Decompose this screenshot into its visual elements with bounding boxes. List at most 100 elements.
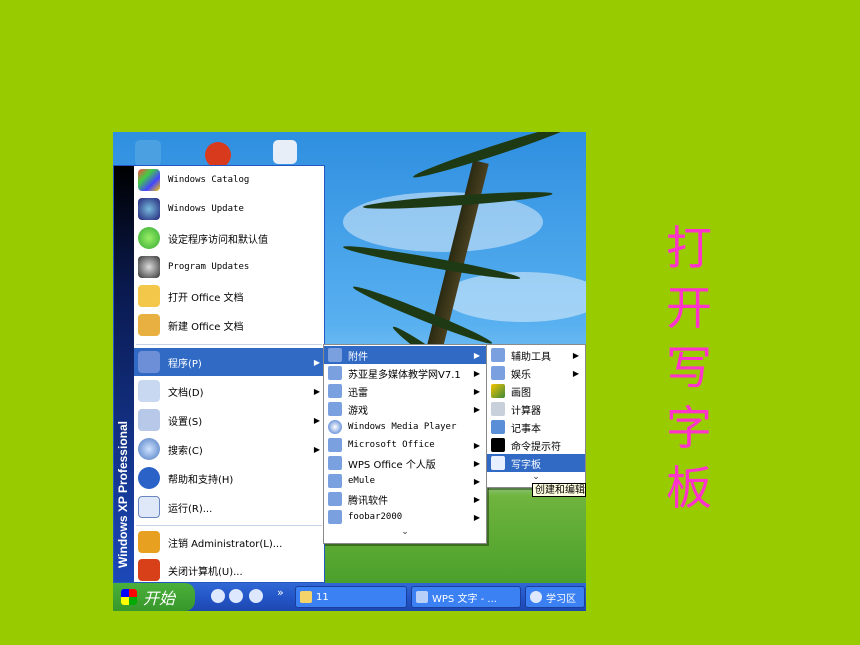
- submenu-item-label: 计算器: [511, 405, 541, 417]
- submenu-arrow-icon: ▶: [313, 415, 320, 425]
- start-item-program-access[interactable]: 设定程序访问和默认值: [134, 224, 324, 252]
- taskbar-button-folder[interactable]: 11: [295, 586, 407, 608]
- quicklaunch-more-icon[interactable]: »: [277, 586, 284, 599]
- start-item-label: 帮助和支持(H): [168, 474, 234, 486]
- palm-frond: [411, 132, 577, 182]
- taskbar-button-label: WPS 文字 - ...: [432, 593, 497, 605]
- start-item-run[interactable]: 运行(R)...: [134, 493, 324, 521]
- start-item-windows-update[interactable]: Windows Update: [134, 195, 324, 223]
- accessories-item-notepad[interactable]: 记事本: [487, 418, 585, 436]
- taskbar-button-wps[interactable]: WPS 文字 - ...: [411, 586, 521, 608]
- windows-flag-icon: [121, 589, 137, 605]
- start-button[interactable]: 开始: [113, 583, 195, 611]
- program-access-icon: [138, 227, 160, 249]
- folder-icon: [328, 384, 342, 398]
- programs-item[interactable]: 迅雷 ▶: [324, 382, 486, 400]
- programs-item[interactable]: 腾讯软件 ▶: [324, 490, 486, 508]
- folder-icon: [491, 348, 505, 362]
- search-icon: [138, 438, 160, 460]
- start-item-open-office-doc[interactable]: 打开 Office 文档: [134, 282, 324, 310]
- desktop-screenshot: Windows XP Professional Windows Catalog …: [113, 132, 586, 611]
- start-item-help[interactable]: 帮助和支持(H): [134, 464, 324, 492]
- accessories-item-calculator[interactable]: 计算器: [487, 400, 585, 418]
- submenu-item-label: 命令提示符: [511, 441, 561, 453]
- programs-item[interactable]: 苏亚星多媒体教学网V7.1 ▶: [324, 364, 486, 382]
- start-item-label: 文档(D): [168, 387, 204, 399]
- abc-icon[interactable]: [273, 140, 297, 164]
- submenu-item-label: 画图: [511, 387, 531, 399]
- band-text: Windows XP Professional: [116, 420, 130, 568]
- programs-item[interactable]: Windows Media Player: [324, 418, 486, 436]
- submenu-item-label: foobar2000: [348, 512, 403, 522]
- programs-item-accessories[interactable]: 附件 ▶: [324, 346, 486, 364]
- submenu-arrow-icon: ▶: [473, 386, 480, 396]
- calculator-icon: [491, 402, 505, 416]
- open-office-doc-icon: [138, 285, 160, 307]
- accessories-item[interactable]: 娱乐 ▶: [487, 364, 585, 382]
- start-item-new-office-doc[interactable]: 新建 Office 文档: [134, 311, 324, 339]
- start-item-label: 注销 Administrator(L)...: [168, 538, 283, 550]
- folder-icon: [328, 492, 342, 506]
- start-item-program-updates[interactable]: Program Updates: [134, 253, 324, 281]
- start-item-label: 新建 Office 文档: [168, 321, 244, 333]
- notepad-icon: [491, 420, 505, 434]
- side-title-char: 开: [666, 281, 712, 335]
- accessories-item-paint[interactable]: 画图: [487, 382, 585, 400]
- submenu-arrow-icon: ▶: [313, 386, 320, 396]
- menu-separator: [136, 344, 322, 345]
- start-item-settings[interactable]: 设置(S) ▶: [134, 406, 324, 434]
- start-item-label: Windows Update: [168, 204, 244, 214]
- menu-separator: [136, 525, 322, 526]
- side-title-char: 写: [666, 341, 712, 395]
- start-button-label: 开始: [143, 589, 176, 608]
- side-title-char: 板: [666, 461, 712, 515]
- start-menu-band: Windows XP Professional: [114, 166, 134, 582]
- programs-item[interactable]: foobar2000 ▶: [324, 508, 486, 526]
- submenu-arrow-icon: ▶: [572, 350, 579, 360]
- new-office-doc-icon: [138, 314, 160, 336]
- start-item-documents[interactable]: 文档(D) ▶: [134, 377, 324, 405]
- start-item-shutdown[interactable]: 关闭计算机(U)...: [134, 556, 324, 584]
- expand-chevron-icon[interactable]: ⌄: [487, 472, 585, 482]
- submenu-item-label: 附件: [348, 351, 368, 363]
- folder-icon: [328, 510, 342, 524]
- submenu-arrow-icon: ▶: [572, 368, 579, 378]
- programs-item[interactable]: eMule ▶: [324, 472, 486, 490]
- folder-icon: [328, 474, 342, 488]
- ie-quicklaunch-icon[interactable]: [211, 589, 225, 603]
- windows-catalog-icon: [138, 169, 160, 191]
- start-item-programs[interactable]: 程序(P) ▶: [134, 348, 324, 376]
- start-item-label: 程序(P): [168, 358, 202, 370]
- submenu-item-label: Windows Media Player: [348, 422, 457, 432]
- programs-submenu: 附件 ▶ 苏亚星多媒体教学网V7.1 ▶ 迅雷 ▶ 游戏 ▶ Windows M…: [323, 344, 487, 544]
- start-item-windows-catalog[interactable]: Windows Catalog: [134, 166, 324, 194]
- folder-icon: [328, 348, 342, 362]
- programs-icon: [138, 351, 160, 373]
- desktop-icon[interactable]: [135, 140, 161, 166]
- start-item-label: Windows Catalog: [168, 175, 250, 185]
- submenu-arrow-icon: ▶: [313, 357, 320, 367]
- taskbar-button-study[interactable]: 学习区: [525, 586, 585, 608]
- messenger-quicklaunch-icon[interactable]: [249, 589, 263, 603]
- folder-icon: [328, 402, 342, 416]
- settings-icon: [138, 409, 160, 431]
- start-item-label: 运行(R)...: [168, 503, 213, 515]
- submenu-item-label: 记事本: [511, 423, 541, 435]
- submenu-arrow-icon: ▶: [473, 494, 480, 504]
- accessories-item-wordpad[interactable]: 写字板: [487, 454, 585, 472]
- submenu-arrow-icon: ▶: [473, 404, 480, 414]
- start-item-search[interactable]: 搜索(C) ▶: [134, 435, 324, 463]
- submenu-item-label: 苏亚星多媒体教学网V7.1: [348, 369, 461, 381]
- ie-icon: [530, 591, 542, 603]
- accessories-item-cmd[interactable]: 命令提示符: [487, 436, 585, 454]
- submenu-item-label: 游戏: [348, 405, 368, 417]
- expand-chevron-icon[interactable]: ⌄: [324, 527, 486, 537]
- programs-item[interactable]: 游戏 ▶: [324, 400, 486, 418]
- browser-quicklaunch-icon[interactable]: [229, 589, 243, 603]
- accessories-item[interactable]: 辅助工具 ▶: [487, 346, 585, 364]
- start-item-logoff[interactable]: 注销 Administrator(L)...: [134, 528, 324, 556]
- programs-item[interactable]: WPS Office 个人版 ▶: [324, 454, 486, 472]
- programs-item[interactable]: Microsoft Office ▶: [324, 436, 486, 454]
- folder-icon: [491, 366, 505, 380]
- submenu-arrow-icon: ▶: [313, 444, 320, 454]
